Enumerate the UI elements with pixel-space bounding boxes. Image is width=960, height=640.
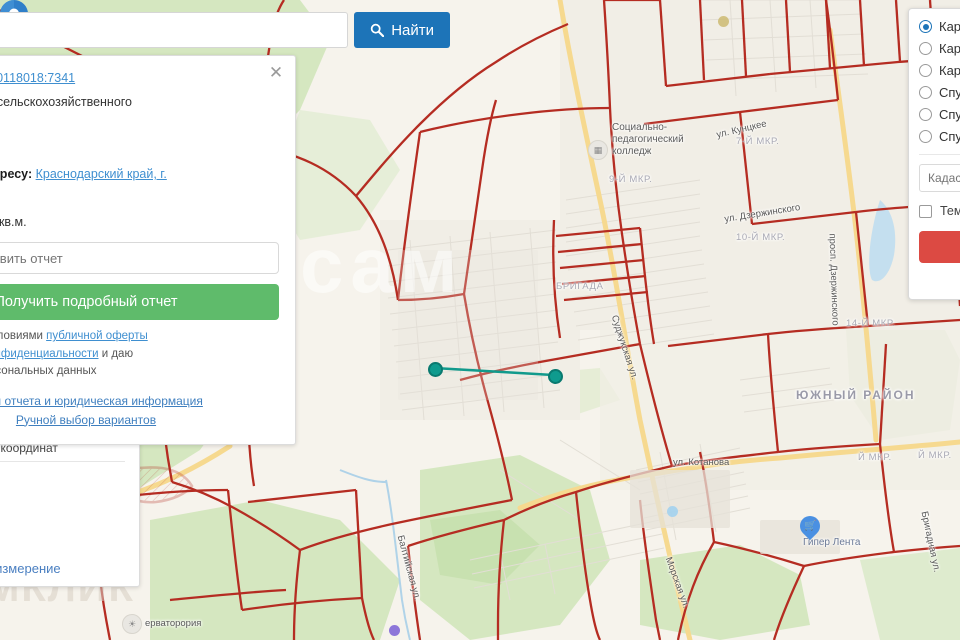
observatory-icon: ☀: [122, 614, 142, 634]
consent-offer: лен и согласен с условиями публичной офе…: [0, 329, 279, 345]
radio-icon-5[interactable]: [919, 130, 932, 143]
layer-option-label-5: Спут: [939, 129, 960, 144]
checkbox-icon[interactable]: [919, 204, 932, 218]
panel-divider: [919, 154, 960, 155]
close-icon[interactable]: ✕: [267, 64, 285, 82]
email-input[interactable]: [0, 242, 279, 274]
layer-option-2[interactable]: Карт: [919, 63, 960, 78]
address-row: ый участок по адресу: Краснодарский край…: [0, 166, 279, 183]
map-application: сам МКЛИК Социально- педагогический колл…: [0, 0, 960, 640]
report-details-link[interactable]: етали отчета и юридическая информация: [0, 394, 279, 408]
thematic-checkbox-label: Темат: [940, 204, 960, 218]
layer-option-5[interactable]: Спут: [919, 129, 960, 144]
privacy-policy-link[interactable]: политикой конфиденциальности: [0, 348, 99, 360]
cadastral-search-input[interactable]: [919, 164, 960, 192]
consent-personal-data: е на обработку персональных данных: [0, 365, 97, 377]
object-type-row: емельный участок: [0, 142, 279, 159]
cadastral-number-row: ый номер: 23:47:0118018:7341: [0, 70, 279, 87]
land-category-row: я земель: Земли сельскохозяйственного: [0, 94, 279, 111]
area-value: 602 кв.м.: [0, 215, 27, 229]
layer-option-1[interactable]: Карт: [919, 41, 960, 56]
layer-option-0[interactable]: Карт: [919, 19, 960, 34]
measure-distance: (735 м): [0, 528, 125, 543]
layer-option-label-1: Карт: [939, 41, 960, 56]
finish-measure-link[interactable]: Закончить измерение: [0, 561, 125, 576]
land-category-row-2: ия: [0, 118, 279, 135]
address-label: ый участок по адресу:: [0, 167, 33, 181]
radio-icon-4[interactable]: [919, 108, 932, 121]
radio-icon-3[interactable]: [919, 86, 932, 99]
search-input[interactable]: [0, 12, 349, 48]
layer-option-label-2: Карт: [939, 63, 960, 78]
measure-value-2: 242: [0, 501, 125, 516]
poi-dot-icon-2: [389, 625, 400, 636]
share-button[interactable]: Поде: [919, 231, 960, 263]
address-row-2: йск, с. Мысхако: [0, 190, 279, 207]
cadastral-number-link[interactable]: 23:47:0118018:7341: [0, 71, 75, 85]
radio-icon-2[interactable]: [919, 64, 932, 77]
consent-offer-text: лен и согласен с условиями: [0, 330, 43, 342]
measure-panel: Рулетка для измерения координат 7° 45' 2…: [0, 432, 140, 587]
parcel-info-panel: ✕ ый номер: 23:47:0118018:7341 я земель:…: [0, 55, 296, 445]
search-button[interactable]: Найти: [354, 12, 450, 48]
get-report-button[interactable]: Получить подробный отчет: [0, 284, 279, 320]
address-link[interactable]: Краснодарский край, г.: [36, 167, 167, 181]
search-icon: [370, 23, 385, 37]
area-row: ая площадь: 602 кв.м.: [0, 214, 279, 231]
thematic-checkbox-row[interactable]: Темат: [919, 204, 960, 218]
layer-option-3[interactable]: Спут: [919, 85, 960, 100]
panel-bottom-link[interactable]: На: [919, 273, 960, 287]
measure-coords: 7° 45' 29.67" E: [0, 474, 125, 489]
poi-dot-icon-1: [667, 506, 678, 517]
search-button-label: Найти: [391, 21, 434, 39]
manual-selection-link[interactable]: Ручной выбор вариантов: [0, 413, 279, 427]
search-bar: Найти: [0, 12, 450, 48]
layer-option-label-0: Карт: [939, 19, 960, 34]
consent-privacy-post: и даю: [98, 347, 134, 360]
layer-option-4[interactable]: Спут: [919, 107, 960, 122]
public-offer-link[interactable]: публичной оферты: [46, 330, 148, 342]
college-icon: ▦: [588, 140, 608, 160]
land-category-value: Земли сельскохозяйственного: [0, 95, 133, 109]
layer-option-label-3: Спут: [939, 85, 960, 100]
poi-dot-icon-3: [718, 16, 729, 27]
radio-icon-1[interactable]: [919, 42, 932, 55]
layers-panel: Карт Карт Карт Спут Спут Спут Темат Под: [908, 8, 960, 300]
radio-icon-selected[interactable]: [919, 20, 932, 33]
info-panel-links: етали отчета и юридическая информация Ру…: [0, 394, 279, 427]
measure-node-start[interactable]: [428, 362, 443, 377]
layer-option-label-4: Спут: [939, 107, 960, 122]
measure-node-end[interactable]: [548, 369, 563, 384]
consent-privacy: лен с политикой конфиденциальности и даю: [0, 347, 279, 363]
